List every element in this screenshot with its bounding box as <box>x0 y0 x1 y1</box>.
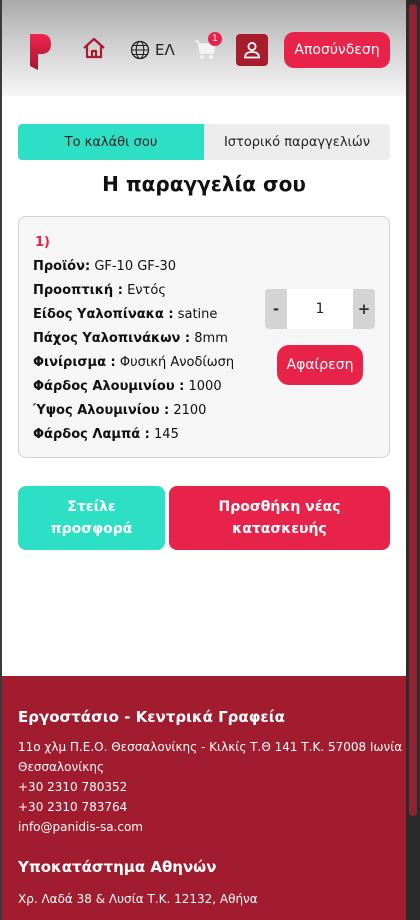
quantity-stepper: - + <box>265 289 375 329</box>
spec-row: Προϊόν: GF-10 GF-30 <box>33 259 176 274</box>
spec-row: Φάρδος Αλουμινίου : 1000 <box>33 379 222 394</box>
tab-cart[interactable]: Το καλάθι σου <box>18 124 204 160</box>
home-icon <box>83 37 105 59</box>
user-icon <box>244 42 260 59</box>
item-number: 1) <box>35 235 50 250</box>
spec-value: 145 <box>154 427 179 442</box>
spec-row: Ύψος Αλουμινίου : 2100 <box>33 403 206 418</box>
hq-title: Εργοστάσιο - Κεντρικά Γραφεία <box>18 708 285 726</box>
home-button[interactable] <box>80 34 108 62</box>
remove-item-button[interactable]: Αφαίρεση <box>277 345 363 385</box>
cart-button[interactable]: 1 <box>194 32 222 62</box>
branch-title: Υποκατάστημα Αθηνών <box>18 858 217 876</box>
globe-icon <box>130 40 150 60</box>
spec-label: Φάρδος Λαμπά : <box>33 427 150 442</box>
hq-address: 11ο χλμ Π.Ε.Ο. Θεσσαλονίκης - Κιλκίς Τ.Θ… <box>18 740 403 754</box>
spec-value: Εντός <box>127 283 166 298</box>
page-title: Η παραγγελία σου <box>102 172 306 196</box>
email-link[interactable]: info@panidis-sa.com <box>18 820 143 834</box>
spec-label: Προοπτική : <box>33 283 123 298</box>
spec-row: Φάρδος Λαμπά : 145 <box>33 427 179 442</box>
brand-logo[interactable] <box>28 32 52 72</box>
quantity-input[interactable] <box>287 289 353 329</box>
spec-row: Είδος Υαλοπίνακα : satine <box>33 307 217 322</box>
account-button[interactable] <box>236 34 268 66</box>
spec-row: Πάχος Υαλοπινάκων : 8mm <box>33 331 228 346</box>
spec-label: Φινίρισμα : <box>33 355 116 370</box>
language-label: ΕΛ <box>155 41 175 59</box>
tab-order-history[interactable]: Ιστορικό παραγγελιών <box>204 124 390 160</box>
order-tabs: Το καλάθι σου Ιστορικό παραγγελιών <box>18 124 390 160</box>
phone-link[interactable]: +30 2310 780352 <box>18 780 127 794</box>
logout-button[interactable]: Αποσύνδεση <box>284 32 390 68</box>
spec-value: GF-10 GF-30 <box>94 259 177 274</box>
spec-value: 2100 <box>173 403 207 418</box>
spec-row: Φινίρισμα : Φυσική Ανοδίωση <box>33 355 234 370</box>
increase-quantity-button[interactable]: + <box>353 289 375 329</box>
send-offer-button[interactable]: Στείλε προσφορά <box>18 486 165 550</box>
spec-label: Προϊόν: <box>33 259 91 274</box>
spec-label: Φάρδος Αλουμινίου : <box>33 379 185 394</box>
footer: Εργοστάσιο - Κεντρικά Γραφεία 11ο χλμ Π.… <box>2 676 406 920</box>
language-selector[interactable]: ΕΛ <box>130 38 175 62</box>
branch-address: Χρ. Λαδά 38 & Λυσία Τ.Κ. 12132, Αθήνα <box>18 892 258 906</box>
add-new-construction-button[interactable]: Προσθήκη νέας κατασκευής <box>169 486 390 550</box>
spec-value: Φυσική Ανοδίωση <box>119 355 235 370</box>
spec-value: 8mm <box>194 331 228 346</box>
page: ΕΛ 1 Αποσύνδεση Το καλάθι σου Ιστορικό π… <box>2 0 406 920</box>
scrollbar-thumb[interactable] <box>409 4 417 816</box>
phone-link[interactable]: +30 2310 783764 <box>18 800 127 814</box>
spec-label: Ύψος Αλουμινίου : <box>33 403 170 418</box>
scrollbar[interactable] <box>406 0 420 920</box>
spec-label: Πάχος Υαλοπινάκων : <box>33 331 191 346</box>
cart-count-badge: 1 <box>208 32 222 46</box>
hq-address-city: Θεσσαλονίκης <box>18 760 104 774</box>
spec-value: satine <box>177 307 218 322</box>
spec-row: Προοπτική : Εντός <box>33 283 166 298</box>
decrease-quantity-button[interactable]: - <box>265 289 287 329</box>
spec-label: Είδος Υαλοπίνακα : <box>33 307 174 322</box>
spec-value: 1000 <box>188 379 222 394</box>
header: ΕΛ 1 Αποσύνδεση <box>2 0 406 96</box>
order-item-card: 1) Προϊόν: GF-10 GF-30 Προοπτική : Εντός… <box>18 216 390 458</box>
